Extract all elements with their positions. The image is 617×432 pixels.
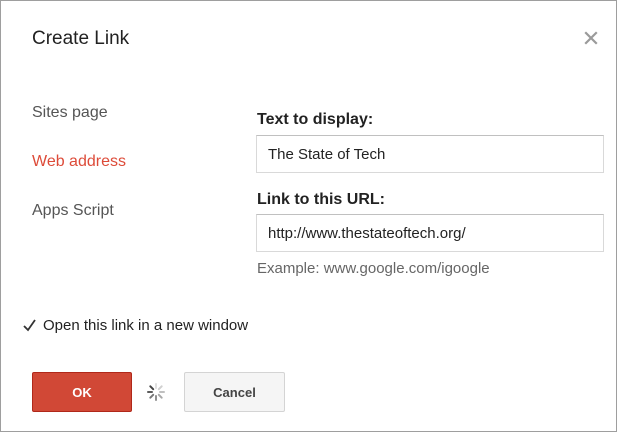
- new-window-option[interactable]: Open this link in a new window: [22, 315, 248, 335]
- create-link-dialog: Create Link Sites page Web address Apps …: [0, 0, 617, 432]
- dialog-title: Create Link: [32, 28, 130, 49]
- nav-item-apps-script[interactable]: Apps Script: [32, 202, 114, 220]
- loading-spinner-icon: [146, 382, 166, 402]
- text-to-display-input[interactable]: [256, 135, 604, 173]
- new-window-label: Open this link in a new window: [43, 316, 249, 334]
- close-icon[interactable]: [581, 28, 601, 48]
- cancel-button[interactable]: Cancel: [184, 372, 285, 412]
- ok-button[interactable]: OK: [32, 372, 132, 412]
- link-url-input[interactable]: [256, 214, 604, 252]
- url-example-hint: Example: www.google.com/igoogle: [257, 260, 490, 277]
- link-url-label: Link to this URL:: [257, 191, 385, 208]
- nav-item-sites-page[interactable]: Sites page: [32, 104, 108, 122]
- nav-item-web-address[interactable]: Web address: [32, 153, 126, 171]
- checkbox-checked-icon[interactable]: [22, 318, 37, 333]
- text-to-display-label: Text to display:: [257, 111, 374, 128]
